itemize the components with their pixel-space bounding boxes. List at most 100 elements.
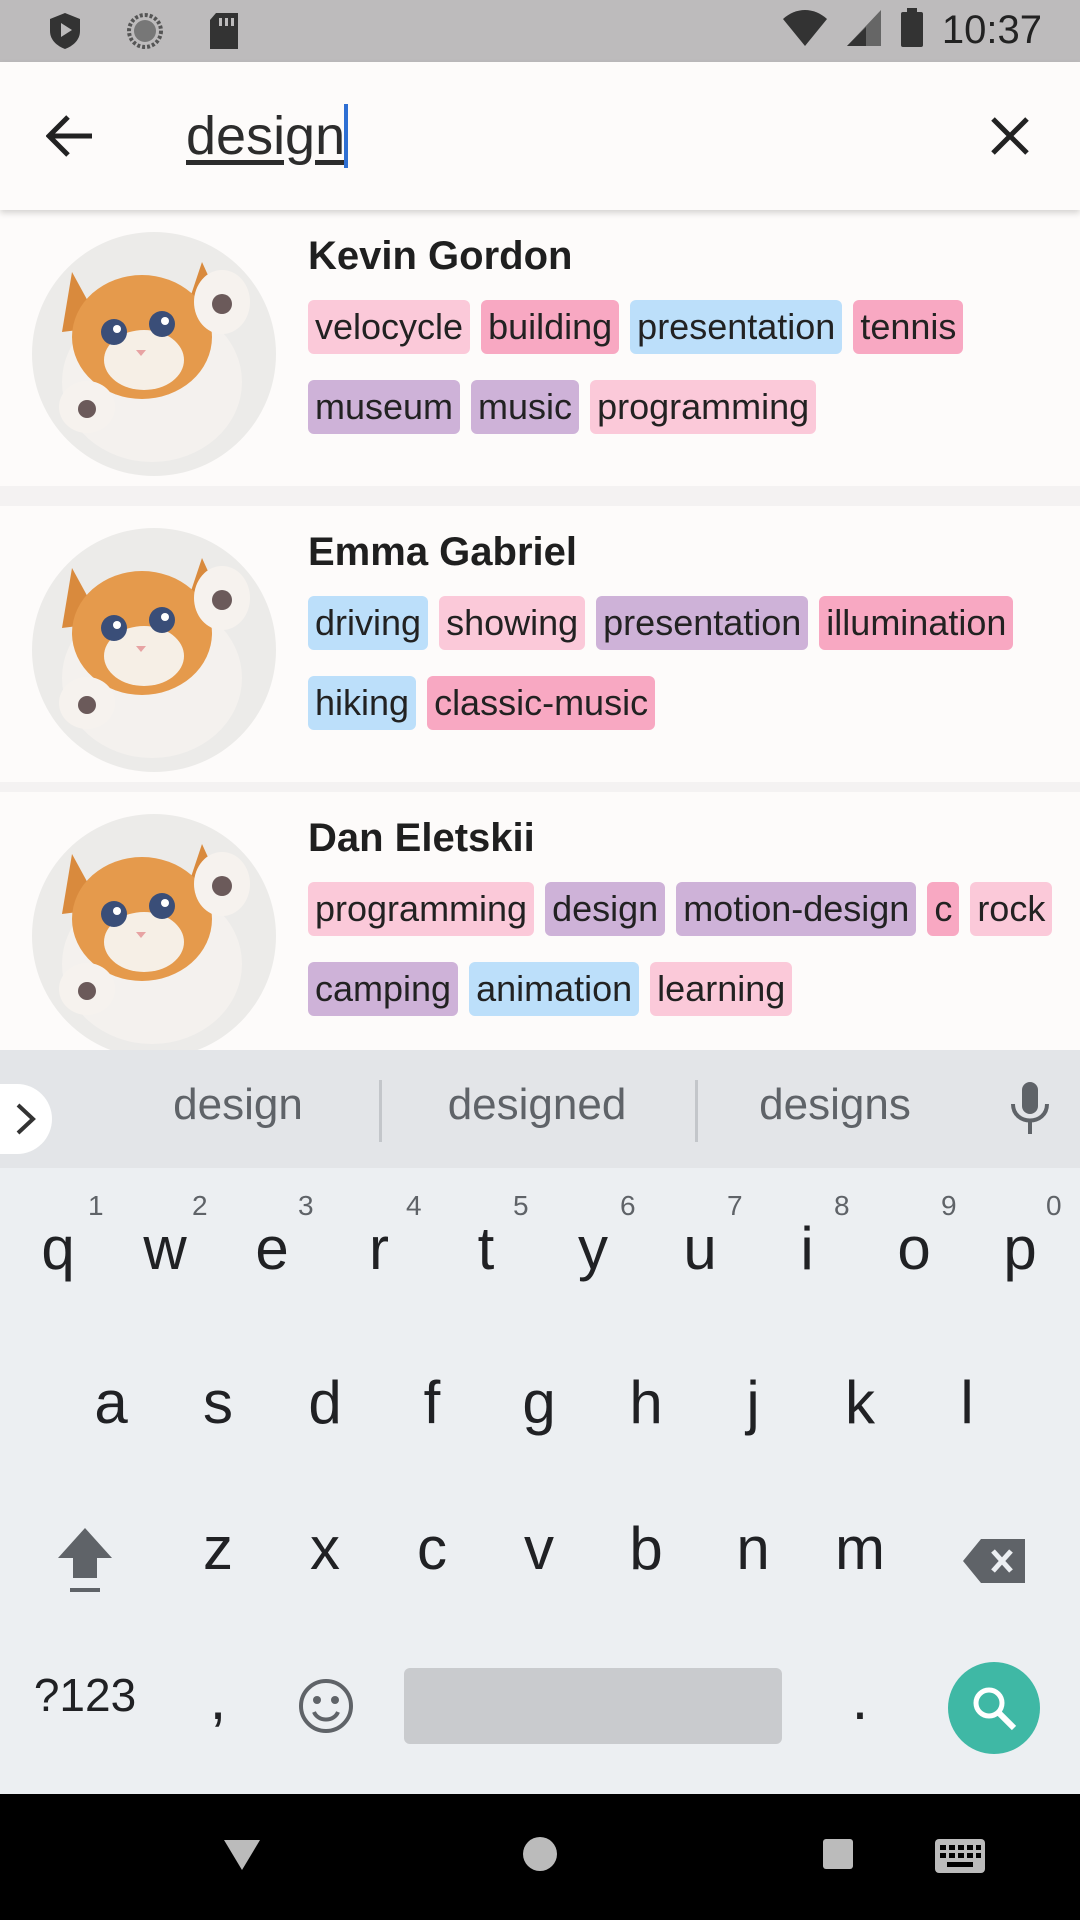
key-hint: 9 (941, 1190, 957, 1221)
key-hint: 1 (88, 1190, 104, 1221)
key-n[interactable]: n (703, 1514, 803, 1583)
key-h[interactable]: h (596, 1368, 696, 1437)
tag[interactable]: motion-design (676, 882, 917, 936)
status-bar: 10:37 (0, 0, 1080, 62)
results-list: Kevin Gordon velocycle building presenta… (0, 210, 1080, 1050)
key-b[interactable]: b (596, 1514, 696, 1583)
key-x[interactable]: x (275, 1514, 375, 1583)
back-triangle-icon[interactable] (222, 1838, 262, 1872)
key-y[interactable]: y (543, 1214, 643, 1283)
contact-name: Kevin Gordon (308, 234, 573, 278)
suggestion[interactable]: designs (735, 1080, 935, 1130)
voice-input-button[interactable] (1008, 1080, 1052, 1141)
avatar (32, 814, 276, 1050)
tag[interactable]: learning (650, 962, 793, 1016)
tag[interactable]: programming (590, 380, 817, 434)
tag[interactable]: driving (308, 596, 429, 650)
clear-search-button[interactable] (980, 108, 1040, 164)
key-w[interactable]: w (115, 1214, 215, 1283)
key-q[interactable]: q (8, 1214, 108, 1283)
key-p[interactable]: p (970, 1214, 1070, 1283)
tag[interactable]: classic-music (427, 676, 656, 730)
suggestion-strip: design designed designs (0, 1050, 1080, 1168)
signal-icon (846, 9, 882, 52)
period-key[interactable]: . (810, 1664, 910, 1733)
result-card[interactable]: Kevin Gordon velocycle building presenta… (0, 210, 1080, 486)
key-a[interactable]: a (61, 1368, 161, 1437)
key-v[interactable]: v (489, 1514, 589, 1583)
key-s[interactable]: s (168, 1368, 268, 1437)
tag[interactable]: museum (308, 380, 461, 434)
tag[interactable]: animation (469, 962, 640, 1016)
wifi-icon (782, 9, 828, 52)
home-circle-icon[interactable] (522, 1836, 558, 1872)
close-icon (991, 117, 1029, 155)
emoji-key[interactable] (276, 1678, 376, 1748)
shield-icon (48, 12, 82, 55)
recents-square-icon[interactable] (822, 1838, 854, 1870)
space-bar[interactable] (404, 1668, 782, 1744)
key-c[interactable]: c (382, 1514, 482, 1583)
key-u[interactable]: u (650, 1214, 750, 1283)
arrow-left-icon (46, 115, 92, 157)
tag[interactable]: design (545, 882, 666, 936)
tag[interactable]: presentation (596, 596, 809, 650)
result-card[interactable]: Emma Gabriel driving showing presentatio… (0, 506, 1080, 782)
tag[interactable]: presentation (630, 300, 843, 354)
tag[interactable]: programming (308, 882, 535, 936)
tag[interactable]: c (927, 882, 960, 936)
avatar (32, 232, 276, 476)
tag[interactable]: music (471, 380, 580, 434)
tag[interactable]: camping (308, 962, 459, 1016)
tag[interactable]: hiking (308, 676, 417, 730)
backspace-key[interactable] (944, 1530, 1044, 1599)
key-i[interactable]: i (757, 1214, 857, 1283)
tag[interactable]: showing (439, 596, 586, 650)
tag[interactable]: tennis (853, 300, 964, 354)
key-z[interactable]: z (168, 1514, 268, 1583)
keyboard-icon[interactable] (934, 1838, 986, 1874)
search-action-key[interactable] (948, 1662, 1040, 1754)
tag-list: programming design motion-design c rock … (308, 882, 1058, 1016)
chevron-right-icon (16, 1103, 36, 1135)
key-l[interactable]: l (917, 1368, 1017, 1437)
key-g[interactable]: g (489, 1368, 589, 1437)
emoji-icon (299, 1679, 353, 1733)
key-j[interactable]: j (703, 1368, 803, 1437)
tag[interactable]: rock (970, 882, 1053, 936)
text-cursor (344, 104, 348, 168)
expand-toolbar-button[interactable] (0, 1084, 52, 1154)
key-e[interactable]: e (222, 1214, 322, 1283)
suggestion[interactable]: design (138, 1080, 338, 1130)
back-button[interactable] (40, 108, 100, 164)
tag[interactable]: velocycle (308, 300, 471, 354)
search-input[interactable] (186, 98, 946, 174)
search-icon (973, 1687, 1017, 1731)
suggestion[interactable]: designed (430, 1080, 644, 1130)
backspace-icon (963, 1539, 1025, 1583)
shift-key[interactable] (35, 1524, 135, 1604)
comma-key[interactable]: , (168, 1664, 268, 1733)
symbols-key[interactable]: ?123 (20, 1668, 150, 1722)
key-k[interactable]: k (810, 1368, 910, 1437)
key-r[interactable]: r (329, 1214, 429, 1283)
key-t[interactable]: t (436, 1214, 536, 1283)
key-o[interactable]: o (864, 1214, 964, 1283)
key-hint: 0 (1046, 1190, 1062, 1221)
key-f[interactable]: f (382, 1368, 482, 1437)
search-bar (0, 62, 1080, 210)
key-hint: 4 (406, 1190, 422, 1221)
divider (695, 1080, 698, 1142)
shift-arrow-icon (58, 1528, 112, 1592)
result-card[interactable]: Dan Eletskii programming design motion-d… (0, 792, 1080, 1050)
key-hint: 2 (192, 1190, 208, 1221)
battery-icon (900, 8, 924, 53)
tag[interactable]: building (481, 300, 620, 354)
tag[interactable]: illumination (819, 596, 1014, 650)
key-m[interactable]: m (810, 1514, 910, 1583)
avatar (32, 528, 276, 772)
key-hint: 7 (727, 1190, 743, 1221)
key-hint: 8 (834, 1190, 850, 1221)
keyboard: q w e r t y u i o p 1 2 3 4 5 6 7 8 9 0 … (0, 1168, 1080, 1794)
key-d[interactable]: d (275, 1368, 375, 1437)
